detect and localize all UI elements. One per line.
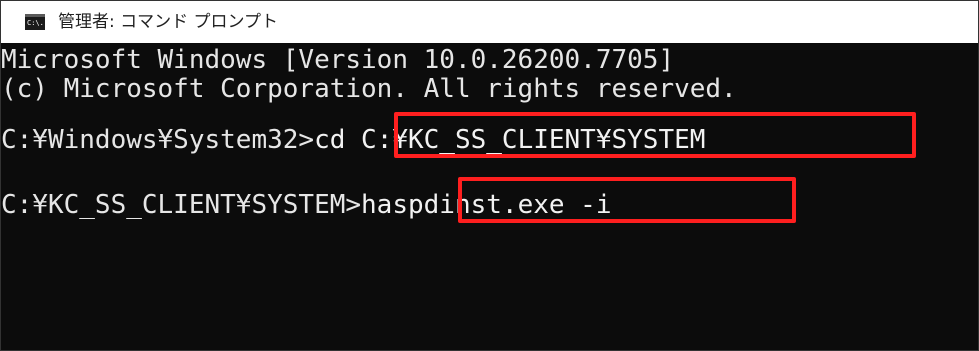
version-line: Microsoft Windows [Version 10.0.26200.77… bbox=[1, 45, 675, 75]
command-prompt-1: C:¥Windows¥System32> bbox=[1, 125, 315, 155]
cmd-icon: C:\. bbox=[25, 14, 45, 30]
title-bar[interactable]: C:\. 管理者: コマンド プロンプト bbox=[1, 1, 978, 43]
command-prompt-window: C:\. 管理者: コマンド プロンプト Microsoft Windows [… bbox=[0, 0, 979, 351]
highlight-box-haspdinst-command bbox=[458, 177, 796, 223]
copyright-line: (c) Microsoft Corporation. All rights re… bbox=[1, 74, 737, 104]
command-prompt-2: C:¥KC_SS_CLIENT¥SYSTEM> bbox=[1, 190, 362, 220]
highlight-box-cd-command bbox=[394, 112, 916, 158]
window-title: 管理者: コマンド プロンプト bbox=[58, 12, 279, 32]
